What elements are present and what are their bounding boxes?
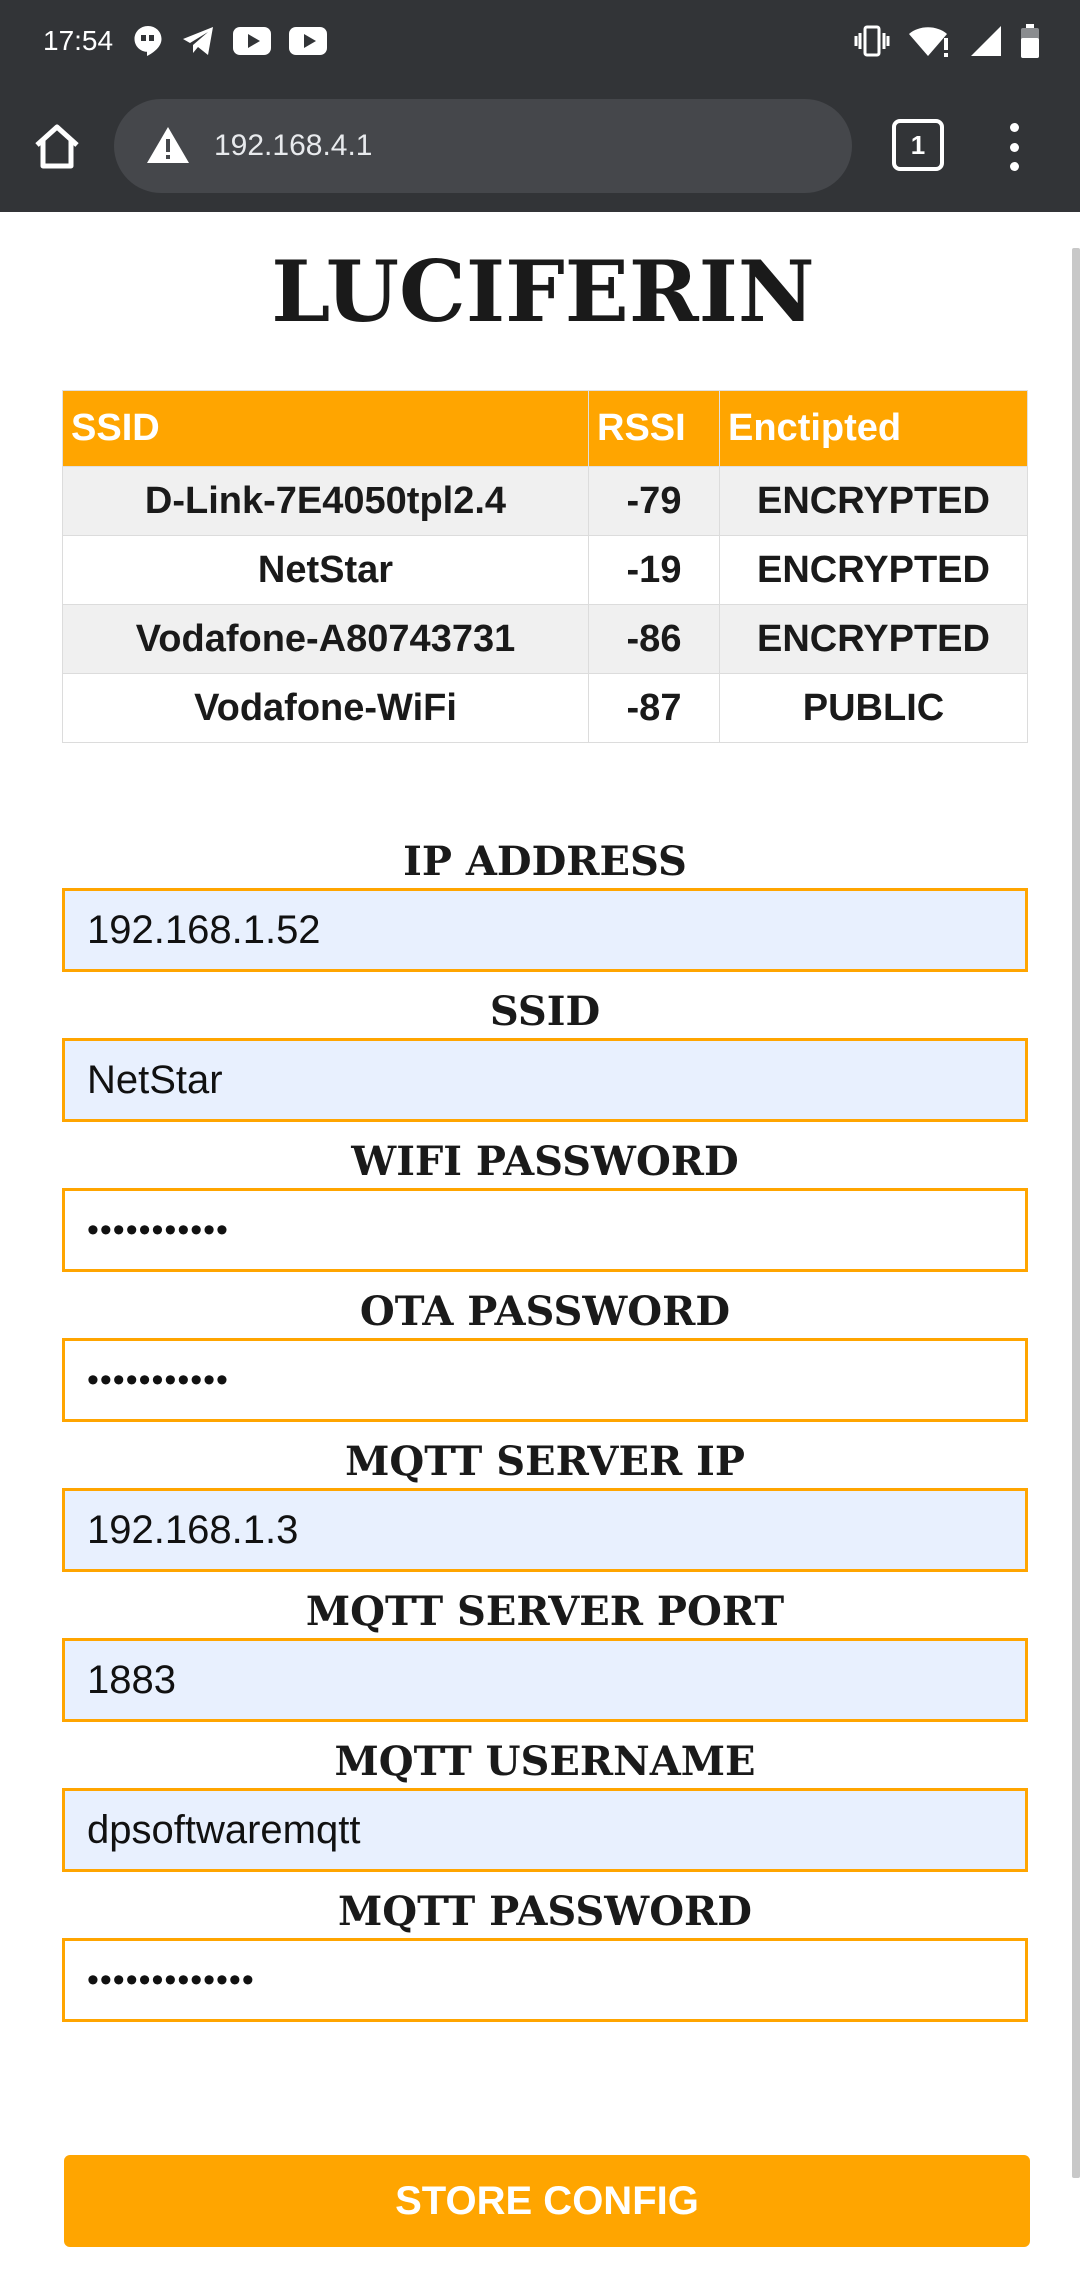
- address-bar[interactable]: 192.168.4.1: [114, 99, 852, 193]
- ota-password-input[interactable]: [62, 1338, 1028, 1422]
- table-header-row: SSID RSSI Enctipted: [62, 390, 1028, 467]
- web-page: LUCIFERIN SSID RSSI Enctipted D-Link-7E4…: [0, 212, 1080, 2280]
- menu-dot: [1009, 162, 1019, 171]
- system-icons: [854, 22, 1040, 60]
- ssid-input[interactable]: [62, 1038, 1028, 1122]
- status-time: 17:54: [43, 25, 114, 56]
- page-title: LUCIFERIN: [271, 242, 815, 341]
- wifi-password-label: WIFI PASSWORD: [351, 1138, 739, 1185]
- mqtt-server-ip-label: MQTT SERVER IP: [345, 1438, 745, 1485]
- table-row: D-Link-7E4050tpl2.4 -79 ENCRYPTED: [62, 466, 1028, 536]
- youtube-icon: [233, 27, 271, 55]
- mqtt-server-port-input[interactable]: [62, 1638, 1028, 1722]
- networks-table: SSID RSSI Enctipted D-Link-7E4050tpl2.4 …: [62, 390, 1028, 743]
- telegram-icon: [183, 27, 213, 55]
- overflow-menu-button[interactable]: [996, 117, 1032, 177]
- network-ssid: Vodafone-WiFi: [62, 673, 589, 743]
- page-scrollbar[interactable]: [1072, 248, 1080, 2178]
- network-rssi: -79: [588, 466, 720, 536]
- column-header-encryption: Enctipted: [719, 390, 1028, 467]
- network-rssi: -86: [588, 604, 720, 674]
- browser-toolbar: 192.168.4.1 1: [0, 83, 1080, 212]
- network-ssid: D-Link-7E4050tpl2.4: [62, 466, 589, 536]
- home-button[interactable]: [24, 113, 90, 179]
- table-row: Vodafone-A80743731 -86 ENCRYPTED: [62, 604, 1028, 674]
- store-config-button[interactable]: STORE CONFIG: [64, 2155, 1030, 2247]
- signal-icon: [971, 26, 1001, 56]
- ip-address-input[interactable]: [62, 888, 1028, 972]
- network-encryption: ENCRYPTED: [719, 466, 1028, 536]
- network-encryption: PUBLIC: [719, 673, 1028, 743]
- network-encryption: ENCRYPTED: [719, 604, 1028, 674]
- battery-icon: [1021, 24, 1039, 58]
- column-header-rssi: RSSI: [588, 390, 720, 467]
- wifi-password-input[interactable]: [62, 1188, 1028, 1272]
- menu-dot: [1009, 142, 1019, 152]
- column-header-ssid: SSID: [62, 390, 589, 467]
- youtube-icon: [289, 27, 327, 55]
- notification-icons: [133, 24, 327, 58]
- vibrate-icon: [854, 25, 890, 57]
- config-form: IP ADDRESS SSID WIFI PASSWORD OTA PASSWO…: [62, 836, 1028, 2022]
- ota-password-label: OTA PASSWORD: [359, 1288, 731, 1335]
- status-bar: 17:54: [0, 0, 1080, 83]
- mqtt-password-input[interactable]: [62, 1938, 1028, 2022]
- table-row: Vodafone-WiFi -87 PUBLIC: [62, 673, 1028, 743]
- table-row: NetStar -19 ENCRYPTED: [62, 535, 1028, 605]
- tab-switcher-button[interactable]: 1: [892, 119, 944, 171]
- network-ssid: Vodafone-A80743731: [62, 604, 589, 674]
- network-rssi: -19: [588, 535, 720, 605]
- network-rssi: -87: [588, 673, 720, 743]
- wifi-alert-icon: [909, 27, 948, 57]
- hangouts-icon: [134, 26, 162, 56]
- url-text[interactable]: 192.168.4.1: [214, 127, 372, 165]
- network-encryption: ENCRYPTED: [719, 535, 1028, 605]
- network-ssid: NetStar: [62, 535, 589, 605]
- warning-icon[interactable]: [146, 125, 190, 165]
- mqtt-server-ip-input[interactable]: [62, 1488, 1028, 1572]
- menu-dot: [1009, 123, 1019, 132]
- mqtt-username-input[interactable]: [62, 1788, 1028, 1872]
- mqtt-username-label: MQTT USERNAME: [334, 1738, 756, 1785]
- home-icon: [35, 124, 79, 169]
- mqtt-password-label: MQTT PASSWORD: [338, 1888, 752, 1935]
- mqtt-server-port-label: MQTT SERVER PORT: [305, 1588, 785, 1635]
- ip-address-label: IP ADDRESS: [403, 838, 687, 885]
- ssid-label: SSID: [489, 988, 601, 1035]
